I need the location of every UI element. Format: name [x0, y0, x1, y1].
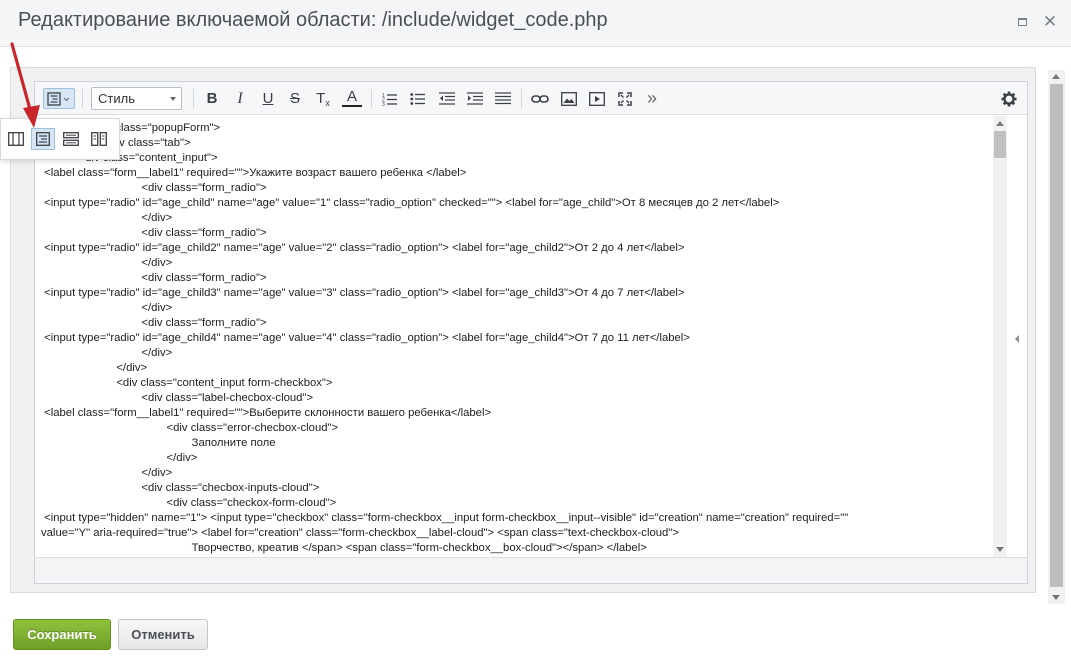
split-vertical-icon — [8, 132, 24, 146]
outdent-button[interactable] — [437, 88, 457, 109]
fullscreen-icon — [618, 91, 632, 106]
italic-button[interactable]: I — [230, 88, 250, 109]
code-view-icon — [36, 132, 50, 146]
underline-button[interactable]: U — [258, 88, 278, 109]
insert-link-button[interactable] — [530, 88, 550, 109]
view-mode-split-horizontal[interactable] — [59, 128, 83, 150]
dialog-titlebar: Редактирование включаемой области: /incl… — [0, 0, 1071, 47]
code-line: </div> — [41, 467, 173, 479]
gear-icon — [1001, 91, 1017, 106]
code-line: Заполните поле — [41, 437, 276, 449]
cancel-button[interactable]: Отменить — [118, 619, 208, 650]
code-line: <input type="radio" id="age_child3" name… — [41, 287, 685, 299]
clear-format-icon: T — [316, 90, 326, 107]
code-line: <div class="form_radio"> — [41, 317, 267, 329]
code-line: </div> — [41, 452, 198, 464]
scroll-thumb[interactable] — [994, 131, 1006, 158]
code-line: <div class="checkox-form-cloud"> — [41, 497, 337, 509]
indent-icon — [467, 91, 483, 105]
code-line: <div class="tab"> — [104, 137, 191, 149]
code-line: <input type="radio" id="age_child" name=… — [41, 197, 780, 209]
svg-text:3: 3 — [382, 102, 385, 106]
code-line: <input type="radio" id="age_child2" name… — [41, 242, 685, 254]
indent-button[interactable] — [465, 88, 485, 109]
align-justify-icon — [495, 91, 511, 104]
scroll-up-icon[interactable] — [1052, 74, 1060, 79]
view-mode-split-vertical[interactable] — [87, 128, 111, 150]
code-line: </div> — [41, 257, 173, 269]
scroll-up-icon[interactable] — [996, 121, 1004, 126]
code-scrollbar[interactable] — [993, 116, 1007, 557]
split-columns-icon — [91, 132, 107, 146]
more-button[interactable]: » — [642, 88, 662, 109]
code-line: <label class="form__label1" required="">… — [41, 167, 467, 179]
scroll-down-icon[interactable] — [1052, 595, 1060, 600]
insert-image-button[interactable] — [559, 88, 579, 109]
video-icon — [589, 91, 605, 106]
ordered-list-button[interactable]: 123 — [380, 88, 400, 109]
code-line: <div class="form_radio"> — [41, 272, 267, 284]
code-line: <label class="form__label1" required="">… — [41, 407, 492, 419]
chevron-down-icon — [170, 97, 176, 101]
align-justify-button[interactable] — [493, 88, 513, 109]
split-horizontal-icon — [63, 132, 79, 146]
view-mode-code[interactable] — [31, 128, 55, 150]
ordered-list-icon: 123 — [382, 93, 397, 106]
code-line: <input type="radio" id="age_child4" name… — [41, 332, 690, 344]
code-line: </div> — [41, 212, 173, 224]
scroll-down-icon[interactable] — [996, 547, 1004, 552]
style-select[interactable]: Стиль — [91, 87, 182, 110]
code-line: <input type="hidden" name="1"> <input ty… — [41, 512, 849, 524]
bullet-list-button[interactable] — [408, 88, 428, 109]
dialog-scrollbar[interactable] — [1048, 70, 1065, 604]
link-icon — [531, 94, 549, 103]
view-mode-wysiwyg[interactable] — [4, 128, 28, 150]
settings-button[interactable] — [999, 88, 1019, 109]
collapse-panel-icon[interactable] — [1012, 333, 1022, 345]
code-line: </div> — [41, 362, 148, 374]
dialog-title: Редактирование включаемой области: /incl… — [18, 9, 608, 31]
code-view-icon — [47, 91, 70, 106]
code-textarea[interactable]: <div class="popupForm"> <div class="tab"… — [35, 116, 993, 557]
code-line: value="Y" aria-required="true"> <label f… — [41, 527, 679, 539]
scroll-thumb[interactable] — [1050, 84, 1063, 587]
code-line: <div class="popupForm"> — [41, 122, 221, 134]
strikethrough-button[interactable]: S — [285, 88, 305, 109]
code-line: <div class="form_radio"> — [41, 227, 267, 239]
style-select-label: Стиль — [98, 91, 135, 106]
fullscreen-button[interactable] — [615, 88, 635, 109]
maximize-icon[interactable] — [1012, 12, 1032, 32]
code-line: <div class="error-checbox-cloud"> — [41, 422, 339, 434]
view-mode-popup — [0, 118, 120, 160]
editor-statusbar — [35, 557, 1027, 583]
bullet-list-icon — [410, 92, 425, 105]
bold-button[interactable]: B — [202, 88, 222, 109]
code-line: </div> — [41, 302, 173, 314]
code-line: <div class="content_input"> — [41, 152, 218, 164]
close-icon[interactable]: ✕ — [1040, 12, 1060, 32]
code-line: Творчество, креатив </span> <span class=… — [41, 542, 647, 554]
insert-video-button[interactable] — [587, 88, 607, 109]
font-color-button[interactable]: A — [342, 88, 362, 107]
clear-format-button[interactable]: Tx — [313, 88, 333, 109]
html-editor: Стиль B I U S Tx A 123 » <div class="pop… — [34, 81, 1028, 584]
outdent-icon — [439, 91, 455, 105]
save-button[interactable]: Сохранить — [13, 619, 111, 650]
code-line: <div class="label-checbox-cloud"> — [41, 392, 314, 404]
code-line: <div class="content_input form-checkbox"… — [41, 377, 333, 389]
code-line: <div class="checbox-inputs-cloud"> — [41, 482, 320, 494]
code-line: </div> — [41, 347, 173, 359]
view-mode-button[interactable] — [43, 88, 75, 109]
editor-toolbar: Стиль B I U S Tx A 123 » — [35, 82, 1027, 115]
code-line: <div class="form_radio"> — [41, 182, 267, 194]
image-icon — [561, 91, 577, 106]
